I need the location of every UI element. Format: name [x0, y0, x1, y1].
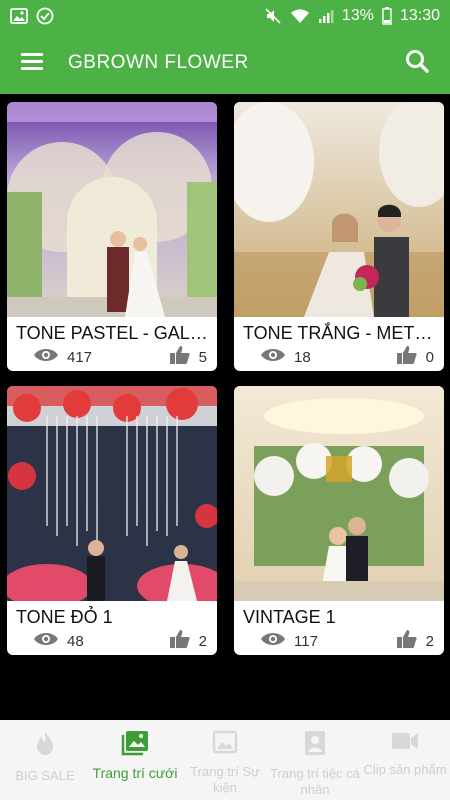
menu-icon[interactable]: [20, 51, 44, 76]
view-count: 117: [294, 632, 318, 650]
battery-percent: 13%: [341, 7, 374, 24]
battery-icon: [382, 7, 392, 25]
album-card[interactable]: TONE TRẮNG - METRO... 18 0: [234, 102, 444, 371]
nav-item-product-clip[interactable]: Clip sản phẩm: [360, 720, 450, 800]
signal-icon: [318, 8, 334, 24]
album-card[interactable]: TONE PASTEL - GALA... 417 5: [7, 102, 217, 371]
nav-item-personal-party[interactable]: Trang trí tiệc cá nhân: [270, 720, 360, 800]
like-count: 5: [198, 348, 207, 366]
eye-icon: [33, 631, 59, 651]
thumbs-up-icon[interactable]: [396, 629, 418, 653]
album-photo: [7, 386, 217, 601]
image-icon: [212, 730, 238, 758]
nav-label: Clip sản phẩm: [363, 762, 447, 777]
album-photo: [7, 102, 217, 317]
like-count: 2: [425, 632, 434, 650]
nav-label: Trang trí cưới: [92, 765, 178, 781]
status-bar: 13% 13:30: [0, 0, 450, 32]
album-title: TONE TRẮNG - METRO...: [243, 323, 444, 343]
album-stats: 417 5: [7, 345, 217, 369]
thumbs-up-icon[interactable]: [169, 345, 191, 369]
search-icon[interactable]: [404, 48, 430, 79]
album-stats: 117 2: [234, 629, 444, 653]
clock: 13:30: [399, 7, 440, 24]
gallery-notification-icon: [10, 8, 28, 24]
like-count: 0: [425, 348, 434, 366]
eye-icon: [33, 347, 59, 367]
album-photo: [234, 386, 444, 601]
mute-icon: [264, 7, 282, 25]
video-icon: [391, 730, 419, 756]
view-count: 48: [67, 632, 84, 650]
app-title: GBROWN FLOWER: [68, 52, 249, 73]
album-photo: [234, 102, 444, 317]
eye-icon: [260, 631, 286, 651]
album-title: TONE ĐỎ 1: [16, 607, 113, 627]
album-card[interactable]: TONE ĐỎ 1 48 2: [7, 386, 217, 655]
thumbs-up-icon[interactable]: [396, 345, 418, 369]
view-count: 18: [294, 348, 311, 366]
album-stats: 48 2: [7, 629, 217, 653]
nav-item-big-sale[interactable]: BIG SALE: [0, 720, 90, 800]
bottom-nav: BIG SALE Trang trí cưới Trang trí Sự kiệ…: [0, 720, 450, 800]
nav-label: BIG SALE: [15, 768, 75, 783]
nav-item-events[interactable]: Trang trí Sự kiện: [180, 720, 270, 800]
thumbs-up-icon[interactable]: [169, 629, 191, 653]
album-card[interactable]: VINTAGE 1 117 2: [234, 386, 444, 655]
eye-icon: [260, 347, 286, 367]
view-count: 417: [67, 348, 93, 366]
album-grid: TONE PASTEL - GALA... 417 5 TONE TRẮNG -…: [0, 94, 450, 720]
gallery-icon: [121, 730, 149, 759]
wifi-icon: [290, 8, 310, 24]
nav-label: Trang trí Sự kiện: [190, 764, 260, 795]
album-title: VINTAGE 1: [243, 607, 336, 627]
nav-label: Trang trí tiệc cá nhân: [270, 766, 360, 797]
portrait-icon: [303, 730, 327, 760]
check-circle-icon: [36, 7, 54, 25]
app-bar: GBROWN FLOWER: [0, 32, 450, 94]
like-count: 2: [198, 632, 207, 650]
nav-item-wedding[interactable]: Trang trí cưới: [90, 720, 180, 800]
fire-icon: [33, 730, 57, 762]
album-title: TONE PASTEL - GALA...: [16, 323, 217, 343]
album-stats: 18 0: [234, 345, 444, 369]
